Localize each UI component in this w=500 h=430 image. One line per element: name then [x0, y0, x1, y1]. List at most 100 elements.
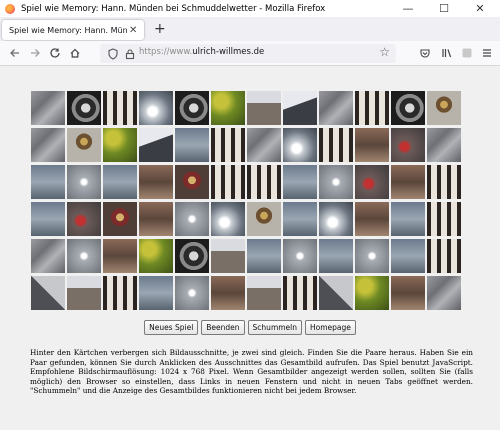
memory-card[interactable]: [391, 91, 425, 125]
memory-card[interactable]: [103, 202, 137, 236]
memory-card[interactable]: [103, 165, 137, 199]
memory-card[interactable]: [319, 276, 353, 310]
memory-card[interactable]: [175, 202, 209, 236]
memory-card[interactable]: [283, 91, 317, 125]
memory-card[interactable]: [355, 276, 389, 310]
new-tab-button[interactable]: +: [154, 21, 166, 37]
memory-card[interactable]: [355, 128, 389, 162]
back-arrow-icon[interactable]: [6, 44, 24, 62]
memory-card[interactable]: [319, 202, 353, 236]
close-window-button[interactable]: ✕: [462, 0, 498, 17]
memory-card[interactable]: [391, 276, 425, 310]
memory-card[interactable]: [139, 128, 173, 162]
memory-card[interactable]: [355, 91, 389, 125]
memory-card[interactable]: [103, 239, 137, 273]
pocket-icon[interactable]: [416, 44, 434, 62]
memory-card[interactable]: [211, 165, 245, 199]
memory-card[interactable]: [283, 276, 317, 310]
memory-card[interactable]: [139, 165, 173, 199]
memory-card[interactable]: [355, 165, 389, 199]
memory-card[interactable]: [247, 276, 281, 310]
memory-card[interactable]: [67, 276, 101, 310]
memory-card[interactable]: [103, 276, 137, 310]
memory-card[interactable]: [355, 202, 389, 236]
memory-card[interactable]: [31, 239, 65, 273]
memory-card[interactable]: [283, 165, 317, 199]
extension-icon[interactable]: [458, 44, 476, 62]
memory-card[interactable]: [31, 165, 65, 199]
memory-card[interactable]: [391, 128, 425, 162]
memory-card[interactable]: [355, 239, 389, 273]
memory-card[interactable]: [283, 128, 317, 162]
library-icon[interactable]: [438, 44, 456, 62]
memory-card[interactable]: [31, 91, 65, 125]
memory-card[interactable]: [67, 239, 101, 273]
url-text[interactable]: https://www.ulrich-willmes.de: [139, 47, 264, 57]
memory-card[interactable]: [67, 128, 101, 162]
memory-card[interactable]: [427, 202, 461, 236]
memory-card[interactable]: [247, 239, 281, 273]
memory-card[interactable]: [319, 239, 353, 273]
game-instructions: Hinter den Kärtchen verbergen sich Bilda…: [30, 348, 473, 396]
memory-card[interactable]: [427, 128, 461, 162]
memory-card[interactable]: [31, 202, 65, 236]
memory-card[interactable]: [67, 165, 101, 199]
memory-card-grid: [31, 91, 461, 310]
quit-button[interactable]: Beenden: [201, 320, 245, 335]
memory-card[interactable]: [427, 239, 461, 273]
game-controls: Neues Spiel Beenden Schummeln Homepage: [0, 320, 500, 335]
memory-card[interactable]: [319, 165, 353, 199]
tab-close-icon[interactable]: ✕: [129, 25, 137, 36]
tab-memory-game[interactable]: Spiel wie Memory: Hann. Münden ✕: [2, 20, 144, 40]
memory-card[interactable]: [175, 239, 209, 273]
memory-card[interactable]: [247, 202, 281, 236]
bookmark-star-icon[interactable]: ☆: [379, 45, 390, 59]
memory-card[interactable]: [103, 128, 137, 162]
memory-card[interactable]: [391, 165, 425, 199]
memory-card[interactable]: [211, 202, 245, 236]
memory-card[interactable]: [319, 128, 353, 162]
memory-card[interactable]: [31, 276, 65, 310]
memory-card[interactable]: [427, 91, 461, 125]
memory-card[interactable]: [211, 91, 245, 125]
new-game-button[interactable]: Neues Spiel: [144, 320, 199, 335]
memory-card[interactable]: [247, 128, 281, 162]
memory-card[interactable]: [175, 165, 209, 199]
home-icon[interactable]: [66, 44, 84, 62]
reload-icon[interactable]: [46, 44, 64, 62]
forward-arrow-icon[interactable]: [26, 44, 44, 62]
memory-card[interactable]: [211, 276, 245, 310]
memory-card[interactable]: [31, 128, 65, 162]
cheat-button[interactable]: Schummeln: [247, 320, 303, 335]
memory-card[interactable]: [67, 202, 101, 236]
maximize-button[interactable]: ☐: [426, 0, 462, 17]
memory-card[interactable]: [319, 91, 353, 125]
memory-card[interactable]: [283, 202, 317, 236]
memory-card[interactable]: [139, 276, 173, 310]
tab-title: Spiel wie Memory: Hann. Münden: [9, 25, 127, 35]
shield-icon[interactable]: [106, 47, 120, 61]
menu-icon[interactable]: [478, 44, 496, 62]
memory-card[interactable]: [247, 91, 281, 125]
memory-card[interactable]: [139, 91, 173, 125]
memory-card[interactable]: [175, 128, 209, 162]
memory-card[interactable]: [391, 202, 425, 236]
memory-card[interactable]: [211, 239, 245, 273]
lock-icon[interactable]: [123, 47, 137, 61]
url-bar[interactable]: https://www.ulrich-willmes.de ☆: [100, 44, 396, 63]
memory-card[interactable]: [211, 128, 245, 162]
minimize-button[interactable]: —: [390, 0, 426, 17]
memory-card[interactable]: [175, 91, 209, 125]
memory-card[interactable]: [391, 239, 425, 273]
memory-card[interactable]: [283, 239, 317, 273]
memory-card[interactable]: [427, 276, 461, 310]
memory-card[interactable]: [175, 276, 209, 310]
memory-card[interactable]: [67, 91, 101, 125]
memory-card[interactable]: [103, 91, 137, 125]
navigation-toolbar: https://www.ulrich-willmes.de ☆: [0, 41, 500, 66]
homepage-button[interactable]: Homepage: [305, 320, 356, 335]
memory-card[interactable]: [427, 165, 461, 199]
memory-card[interactable]: [247, 165, 281, 199]
memory-card[interactable]: [139, 239, 173, 273]
memory-card[interactable]: [139, 202, 173, 236]
